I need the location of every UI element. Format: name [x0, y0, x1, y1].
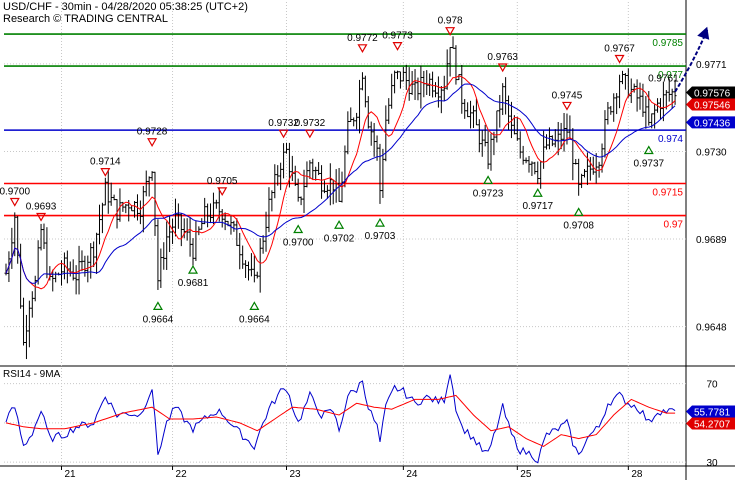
high-annotation: 0.9732	[295, 118, 326, 129]
chart-subtitle: Research © TRADING CENTRAL	[3, 13, 168, 25]
level-label-support: 0.97	[664, 220, 684, 231]
level-label-support: 0.9715	[652, 188, 683, 199]
high-annotation: 0.9705	[207, 176, 238, 187]
low-annotation: 0.9664	[239, 314, 270, 325]
high-annotation: 0.978	[438, 16, 463, 27]
high-annotation: 0.9767	[604, 43, 635, 54]
chart-root: 0.9771 0.9730 0.9689 0.9648 21 22 23 24 25 28 0.97…	[0, 0, 735, 480]
price-tick-label: 0.9648	[696, 323, 727, 334]
price-tick-label: 0.9771	[696, 60, 727, 71]
low-annotation: 0.9717	[522, 201, 553, 212]
low-annotation: 0.9737	[633, 159, 664, 170]
low-annotation: 0.9681	[178, 278, 209, 289]
price-tag-label: 0.97576	[694, 89, 731, 100]
low-annotation: 0.9702	[324, 233, 355, 244]
chart-title: USD/CHF - 30min - 04/28/2020 05:38:25 (U…	[3, 1, 248, 13]
high-annotation: 0.9714	[90, 157, 121, 168]
rsi-tick-label: 70	[706, 380, 718, 391]
time-tick-label: 24	[406, 469, 418, 480]
time-tick-label: 22	[176, 469, 188, 480]
rsi-value-tag-label: 54.2707	[694, 420, 731, 431]
time-tick-label: 25	[520, 469, 532, 480]
high-annotation: 0.9728	[137, 127, 168, 138]
low-annotation: 0.9700	[283, 238, 314, 249]
time-tick-label: 28	[631, 469, 643, 480]
price-tick-label: 0.9689	[696, 235, 727, 246]
time-tick-label: 21	[65, 469, 77, 480]
rsi-value-tag-label: 55.7781	[694, 408, 731, 419]
high-annotation: 0.9745	[552, 90, 583, 101]
rsi-title: RSI14 - 9MA	[3, 369, 61, 380]
high-annotation: 0.9700	[0, 187, 30, 198]
low-annotation: 0.9723	[473, 188, 504, 199]
chart-canvas: 0.97710.97300.96890.964821 22 23 24 25 280.97…	[0, 0, 735, 480]
high-annotation: 0.9693	[26, 201, 57, 212]
time-tick-label: 23	[289, 469, 301, 480]
price-tag-label: 0.97436	[694, 118, 731, 129]
high-annotation: 0.9772	[347, 33, 378, 44]
high-annotation: 0.9763	[487, 52, 518, 63]
level-label-pivot: 0.974	[658, 134, 683, 145]
high-annotation: 0.9773	[382, 31, 413, 42]
price-tick-label: 0.9730	[696, 147, 727, 158]
annotation: 0.9761	[648, 73, 679, 84]
low-annotation: 0.9708	[563, 220, 594, 231]
low-annotation: 0.9703	[365, 231, 396, 242]
low-annotation: 0.9664	[143, 314, 174, 325]
level-label-resistance: 0.9785	[652, 38, 683, 49]
rsi-tick-label: 30	[706, 458, 718, 469]
price-tag-label: 0.97546	[694, 101, 731, 112]
